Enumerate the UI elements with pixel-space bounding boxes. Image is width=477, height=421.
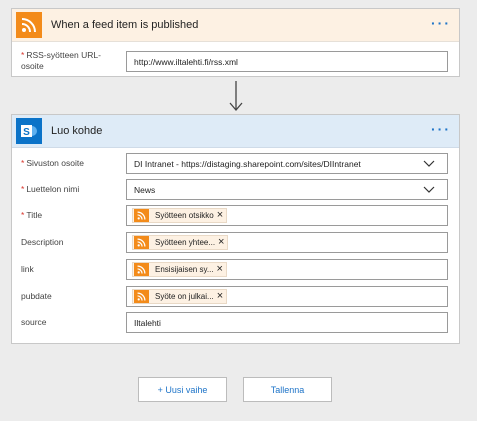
save-button[interactable]: Tallenna [243,377,332,402]
field-label: pubdate [21,291,52,301]
field-list-name: * Luettelon nimi News [12,179,461,201]
field-label: * Luettelon nimi [21,184,80,194]
rss-url-input[interactable]: http://www.iltalehti.fi/rss.xml [126,51,448,72]
rss-icon [134,236,149,249]
dynamic-token[interactable]: Syöte on julkai... × [132,289,228,304]
trigger-header[interactable]: When a feed item is published ··· [12,9,459,42]
source-input[interactable]: Iltalehti [126,312,448,333]
list-name-value: News [134,184,156,195]
rss-icon [15,11,43,39]
site-address-dropdown[interactable]: DI Intranet - https://distaging.sharepoi… [126,153,448,174]
close-icon[interactable]: × [218,237,224,248]
token-label: Syöte on julkai... [155,292,214,301]
svg-text:S: S [23,127,30,138]
rss-icon [134,290,149,303]
field-link: link Ensisijaisen sy... × [12,259,461,281]
field-source: source Iltalehti [12,312,461,334]
list-name-dropdown[interactable]: News [126,179,448,200]
field-label: link [21,264,34,274]
link-input[interactable]: Ensisijaisen sy... × [126,259,448,280]
action-title: Luo kohde [51,125,103,137]
field-description: Description Syötteen yhtee... × [12,232,461,254]
pubdate-input[interactable]: Syöte on julkai... × [126,286,448,307]
more-options-icon[interactable]: ··· [431,16,451,30]
rss-icon [134,263,149,276]
site-address-value: DI Intranet - https://distaging.sharepoi… [134,158,361,169]
trigger-title: When a feed item is published [51,19,199,31]
field-label: source [21,317,47,327]
trigger-card: When a feed item is published ··· * RSS-s… [11,8,460,77]
more-options-icon[interactable]: ··· [431,122,451,136]
field-title: * Title Syötteen otsikko × [12,205,461,227]
close-icon[interactable]: × [217,291,223,302]
token-label: Syötteen otsikko [155,211,214,220]
field-label: * RSS-syötteen URL-osoite [21,50,101,71]
dynamic-token[interactable]: Syötteen otsikko × [132,208,228,223]
new-step-button[interactable]: + Uusi vaihe [138,377,227,402]
dynamic-token[interactable]: Syötteen yhtee... × [132,235,229,250]
field-label: * Sivuston osoite [21,158,84,168]
arrow-down-icon [229,81,243,111]
token-label: Ensisijaisen sy... [155,265,214,274]
action-card: S Luo kohde ··· * Sivuston osoite DI Intr… [11,114,460,344]
dynamic-token[interactable]: Ensisijaisen sy... × [132,262,227,277]
close-icon[interactable]: × [217,210,223,221]
field-rss-url: * RSS-syötteen URL-osoite http://www.ilta… [12,42,461,78]
description-input[interactable]: Syötteen yhtee... × [126,232,448,253]
field-label: * Title [21,210,43,220]
title-input[interactable]: Syötteen otsikko × [126,205,448,226]
action-header[interactable]: S Luo kohde ··· [12,115,459,148]
field-site-address: * Sivuston osoite DI Intranet - https://d… [12,153,461,175]
rss-icon [134,209,149,222]
chevron-down-icon [423,160,435,167]
sharepoint-icon: S [15,117,43,145]
chevron-down-icon [423,186,435,193]
field-pubdate: pubdate Syöte on julkai... × [12,286,461,308]
token-label: Syötteen yhtee... [155,238,216,247]
field-label: Description [21,237,64,247]
close-icon[interactable]: × [217,264,223,275]
